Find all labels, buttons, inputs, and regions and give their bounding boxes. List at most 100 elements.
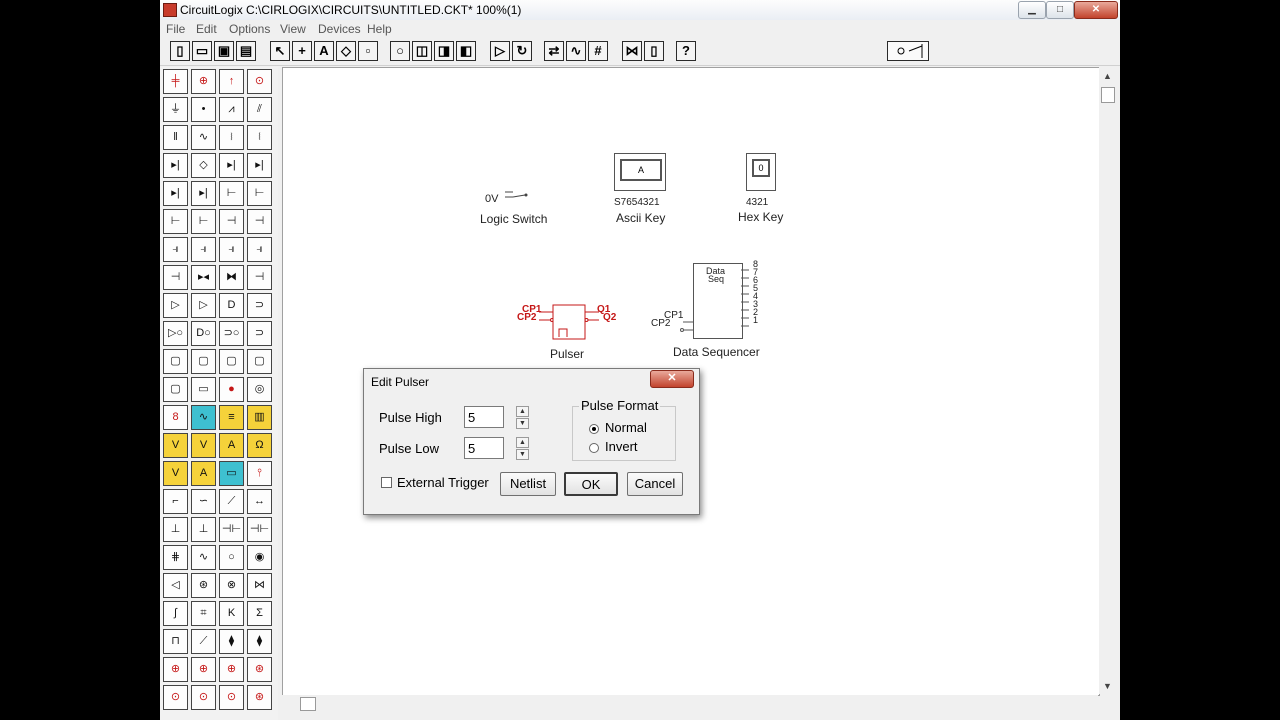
fuse-icon[interactable]: ⋈ [247, 573, 272, 598]
pulser-component[interactable] [539, 303, 603, 343]
display-icon[interactable]: ▭ [219, 461, 244, 486]
pulse-source-icon[interactable]: ⊓ [163, 629, 188, 654]
mosfet-n-icon[interactable]: ⫣ [163, 237, 188, 262]
counter-icon[interactable]: ▢ [163, 377, 188, 402]
logic-switch-symbol[interactable] [503, 188, 529, 206]
data-sequencer-component[interactable]: Data Seq [693, 263, 743, 339]
sine-source-icon[interactable]: ∿ [191, 545, 216, 570]
close-button[interactable]: ✕ [1074, 1, 1118, 19]
lamp-icon[interactable]: ● [219, 377, 244, 402]
voltmeter-icon[interactable]: V [163, 433, 188, 458]
menu-help[interactable]: Help [367, 22, 392, 36]
horizontal-scroll-thumb[interactable] [300, 697, 316, 711]
jfet-p-icon[interactable]: ⊣ [247, 209, 272, 234]
battery-icon[interactable]: ╪ [163, 69, 188, 94]
parts-icon[interactable]: ⋈ [622, 41, 642, 61]
timer-555-icon[interactable]: ▭ [191, 377, 216, 402]
not-gate-icon[interactable]: ▷○ [163, 321, 188, 346]
hex-key-component[interactable]: 0 [746, 153, 776, 191]
differentiator-icon[interactable]: ⌗ [191, 601, 216, 626]
pwm-source-icon[interactable]: ⊙ [191, 685, 216, 710]
vertical-scroll-thumb[interactable] [1101, 87, 1115, 103]
pushbutton-nc-icon[interactable]: ⊥ [191, 517, 216, 542]
zoom-fit-icon[interactable]: ◧ [456, 41, 476, 61]
photodiode-icon[interactable]: ▸| [163, 181, 188, 206]
mosfet-dep-p-icon[interactable]: ⫣ [247, 237, 272, 262]
buffer-tri-icon[interactable]: ▷ [191, 293, 216, 318]
inductor-icon[interactable]: ∿ [191, 125, 216, 150]
jfet-n-icon[interactable]: ⊣ [219, 209, 244, 234]
ground-icon[interactable]: ⏚ [163, 97, 188, 122]
dialog-close-button[interactable]: ✕ [650, 370, 694, 388]
ok-button[interactable]: OK [564, 472, 618, 496]
ujt-icon[interactable]: ⊣ [247, 265, 272, 290]
menu-devices[interactable]: Devices [318, 22, 361, 36]
menu-options[interactable]: Options [229, 22, 270, 36]
new-file-icon[interactable]: ▯ [170, 41, 190, 61]
transformer-icon[interactable]: ⧘ [219, 125, 244, 150]
npn-transistor-icon[interactable]: ⊢ [219, 181, 244, 206]
pushbutton-no-icon[interactable]: ⊥ [163, 517, 188, 542]
invert-radio[interactable] [589, 443, 599, 453]
pulse-low-up-icon[interactable]: ▲ [516, 437, 529, 448]
oscilloscope-icon[interactable]: ∿ [191, 405, 216, 430]
nand-gate-icon[interactable]: D○ [191, 321, 216, 346]
nor-gate-icon[interactable]: ⊃○ [219, 321, 244, 346]
led-array-icon[interactable]: ▥ [247, 405, 272, 430]
ammeter-icon[interactable]: A [219, 433, 244, 458]
capacitor-icon[interactable]: ‖ [163, 125, 188, 150]
circle-source-icon[interactable]: ○ [219, 545, 244, 570]
mosfet-dep-n-icon[interactable]: ⫣ [219, 237, 244, 262]
run-simulation-icon[interactable]: ▷ [490, 41, 510, 61]
integrator-icon[interactable]: ∫ [163, 601, 188, 626]
gain-block-icon[interactable]: K [219, 601, 244, 626]
transformer-tap-icon[interactable]: ⧙ [247, 125, 272, 150]
potentiometer-icon[interactable]: ⫽ [247, 97, 272, 122]
refresh-icon[interactable]: ↻ [512, 41, 532, 61]
pulse-low-input[interactable] [464, 437, 504, 459]
help-icon[interactable]: ? [676, 41, 696, 61]
switch-icon[interactable] [887, 41, 929, 61]
am-source-icon[interactable]: ⊛ [247, 685, 272, 710]
speaker-icon[interactable]: ◁ [163, 573, 188, 598]
flipflop-sr-icon[interactable]: ▢ [247, 349, 272, 374]
darlington-icon[interactable]: ⊢ [191, 209, 216, 234]
relay-coil-icon[interactable]: ⋕ [163, 545, 188, 570]
lamp-cross-icon[interactable]: ⊗ [219, 573, 244, 598]
cccs-icon[interactable]: ⊛ [247, 657, 272, 682]
save-icon[interactable]: ▣ [214, 41, 234, 61]
noise-source-icon[interactable]: ⊙ [219, 685, 244, 710]
normal-radio[interactable] [589, 424, 599, 434]
switch-dip-icon[interactable]: ↔ [247, 489, 272, 514]
scroll-up-icon[interactable]: ▲ [1103, 71, 1112, 81]
vcvs-icon[interactable]: ⊕ [163, 657, 188, 682]
zoom-icon[interactable]: ○ [390, 41, 410, 61]
bookmark-icon[interactable]: ▯ [644, 41, 664, 61]
summer-icon[interactable]: Σ [247, 601, 272, 626]
grid-icon[interactable]: # [588, 41, 608, 61]
bridge-rectifier-icon[interactable]: ◇ [191, 153, 216, 178]
zener-diode-icon[interactable]: ▸| [219, 153, 244, 178]
external-trigger-checkbox[interactable] [381, 477, 392, 488]
ohmmeter-icon[interactable]: Ω [247, 433, 272, 458]
probe-icon[interactable]: ⇄ [544, 41, 564, 61]
ccvs-icon[interactable]: ⊕ [219, 657, 244, 682]
mosfet-p-icon[interactable]: ⫣ [191, 237, 216, 262]
ammeter-ac-icon[interactable]: V [191, 433, 216, 458]
pulse-low-down-icon[interactable]: ▼ [516, 449, 529, 460]
wire-cross-icon[interactable]: + [292, 41, 312, 61]
or-gate-icon[interactable]: ⊃ [247, 293, 272, 318]
xor-gate-icon[interactable]: ⊃ [247, 321, 272, 346]
eraser-icon[interactable]: ◇ [336, 41, 356, 61]
relay-contact-nc-icon[interactable]: ⊣⊢ [247, 517, 272, 542]
buffer-icon[interactable]: ▷ [163, 293, 188, 318]
vertical-scrollbar[interactable]: ▲ ▼ [1099, 67, 1116, 694]
flipflop-jk-icon[interactable]: ▢ [191, 349, 216, 374]
maximize-button[interactable]: □ [1046, 1, 1074, 19]
trace-icon[interactable]: ∿ [566, 41, 586, 61]
vccs-icon[interactable]: ⊕ [191, 657, 216, 682]
current-controlled-icon[interactable]: ⧫ [247, 629, 272, 654]
fm-source-icon[interactable]: ⊙ [163, 685, 188, 710]
pulse-high-up-icon[interactable]: ▲ [516, 406, 529, 417]
select-pointer-icon[interactable]: ↖ [270, 41, 290, 61]
